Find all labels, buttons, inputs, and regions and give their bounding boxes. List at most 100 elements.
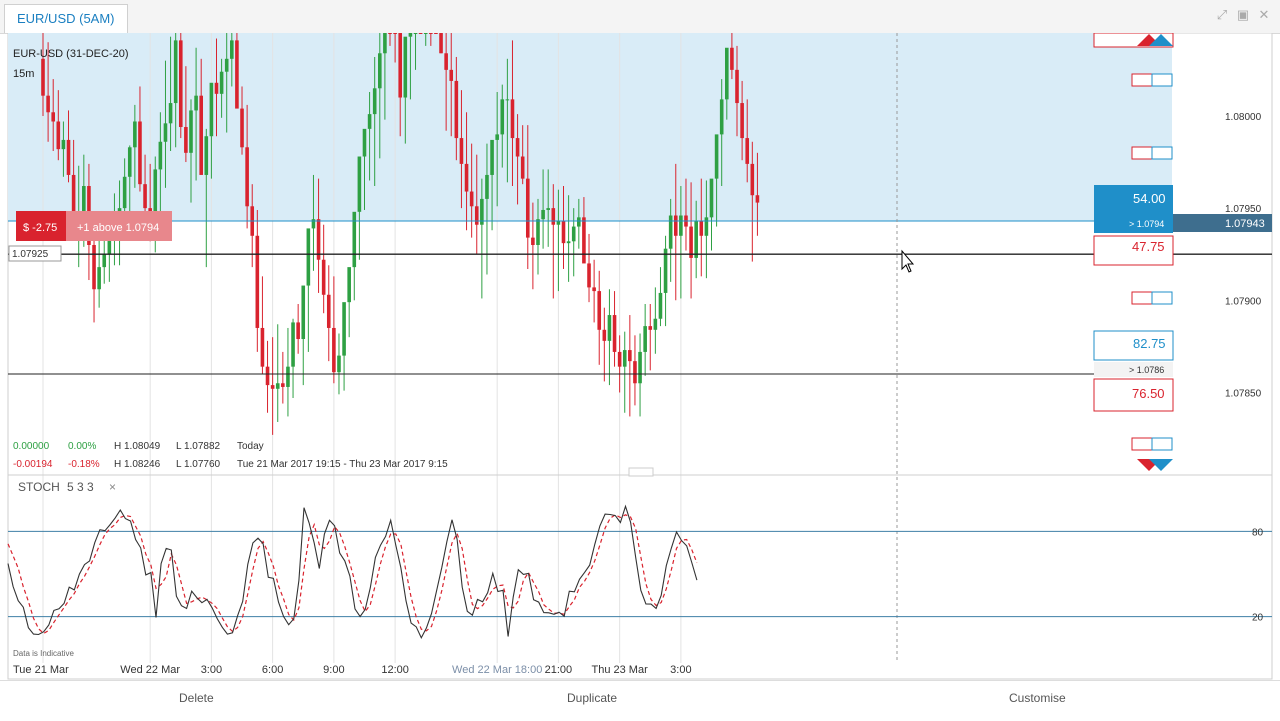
price-tick-label: 1.07850 [1225, 388, 1262, 399]
delete-button[interactable]: Delete [179, 691, 214, 705]
candle-body [740, 103, 744, 139]
candle-body [326, 294, 331, 328]
position-desc: +1 above 1.0794 [77, 222, 159, 234]
candle-body [173, 40, 178, 104]
candle-body [699, 221, 704, 236]
candle-body [714, 134, 719, 179]
candle-body [510, 99, 515, 139]
candle-body [413, 33, 418, 34]
candle-body [133, 121, 137, 148]
timeframe-label[interactable]: 15m [13, 68, 34, 80]
candle-body [275, 383, 280, 389]
candle-body [602, 329, 607, 341]
buy-order-level-2: > 1.0786 [1129, 365, 1164, 375]
candle-body [127, 147, 132, 177]
candle-body [750, 163, 755, 196]
stats-pct-range: -0.18% [68, 459, 100, 470]
chart-canvas[interactable]: 1.08000 1.07950 1.07900 1.07850 EUR-USD (31… [0, 33, 1280, 680]
time-tick-label: Wed 22 Mar 18:00 [452, 664, 542, 676]
candle-body [347, 267, 351, 303]
candle-body [332, 327, 336, 373]
candle-body [449, 69, 454, 81]
candle-body [388, 33, 392, 34]
candle-body [66, 139, 71, 175]
sell-toggle[interactable] [1131, 146, 1153, 160]
candle-body [61, 139, 66, 150]
candle-body [587, 263, 591, 288]
candle-body [97, 267, 101, 290]
candle-body [194, 95, 198, 111]
order-toggle[interactable] [1131, 437, 1173, 451]
candle-body [337, 355, 341, 373]
sell-toggle[interactable] [1131, 437, 1153, 451]
candle-body [525, 178, 530, 238]
candle-body [658, 292, 663, 319]
position-marker[interactable]: $ -2.75 +1 above 1.0794 [16, 211, 172, 241]
stats-period-today: Today [237, 441, 264, 452]
instrument-label: EUR-USD (31-DEC-20) [13, 48, 129, 60]
current-price: 1.07943 [1225, 218, 1265, 230]
buy-order-price-2: 82.75 [1133, 336, 1166, 351]
stats-low-today: L 1.07882 [176, 441, 221, 452]
candle-body [357, 156, 362, 212]
candle-body [694, 221, 698, 258]
chart-tab[interactable]: EUR/USD (5AM) [4, 4, 128, 33]
buy-order-price: 54.00 [1133, 191, 1166, 206]
popout-icon[interactable]: ⤢ [1215, 8, 1229, 22]
candle-body [617, 351, 622, 367]
candle-body [673, 215, 678, 236]
price-tick-label: 1.07900 [1225, 296, 1262, 307]
candle-body [189, 110, 193, 153]
sell-toggle[interactable] [1131, 73, 1153, 87]
candle-body [46, 95, 50, 113]
candle-body [485, 174, 489, 199]
buy-toggle[interactable] [1151, 437, 1173, 451]
candle-body [270, 385, 275, 389]
candle-body [429, 33, 433, 34]
buy-toggle[interactable] [1151, 291, 1173, 305]
order-toggle[interactable] [1131, 291, 1173, 305]
candle-body [638, 351, 642, 384]
stoch-remove-icon[interactable]: × [109, 480, 116, 494]
time-tick-label: 21:00 [545, 664, 573, 676]
buy-toggle[interactable] [1151, 73, 1173, 87]
candle-body [541, 209, 545, 220]
candle-body [515, 138, 520, 157]
stats-change-today: 0.00000 [13, 441, 50, 452]
pane-resize-handle[interactable] [628, 467, 654, 477]
order-toggle[interactable] [1131, 73, 1173, 87]
customise-button[interactable]: Customise [1009, 691, 1066, 705]
candle-body [454, 80, 459, 139]
candle-body [367, 114, 372, 129]
close-icon[interactable]: ✕ [1257, 8, 1271, 22]
candle-body [235, 40, 239, 109]
maximize-icon[interactable]: ▣ [1236, 8, 1250, 22]
candle-body [82, 186, 86, 212]
candle-body [255, 235, 260, 328]
candle-body [296, 322, 300, 340]
candle-body [102, 254, 107, 268]
sell-toggle[interactable] [1131, 291, 1153, 305]
candle-body [184, 127, 188, 153]
sell-order-price-2: 76.50 [1132, 386, 1165, 401]
candle-body [546, 208, 550, 210]
order-toggle[interactable] [1131, 146, 1173, 160]
crosshair-price: 1.07925 [12, 249, 49, 260]
candle-body [474, 206, 479, 225]
price-tick-label: 1.08000 [1225, 112, 1262, 123]
candle-body [158, 141, 163, 170]
candle-body [464, 163, 469, 192]
stats-pct-today: 0.00% [68, 441, 96, 452]
candle-body [56, 121, 61, 150]
candle-body [209, 82, 214, 137]
candle-body [755, 195, 760, 203]
buy-toggle[interactable] [1151, 146, 1173, 160]
candle-body [265, 366, 270, 386]
candle-body [612, 315, 617, 352]
time-tick-label: 3:00 [670, 664, 691, 676]
duplicate-button[interactable]: Duplicate [567, 691, 617, 705]
candle-body [163, 123, 168, 142]
candle-body [230, 40, 234, 59]
candle-body [725, 47, 729, 100]
time-tick-label: Tue 21 Mar [13, 664, 69, 676]
